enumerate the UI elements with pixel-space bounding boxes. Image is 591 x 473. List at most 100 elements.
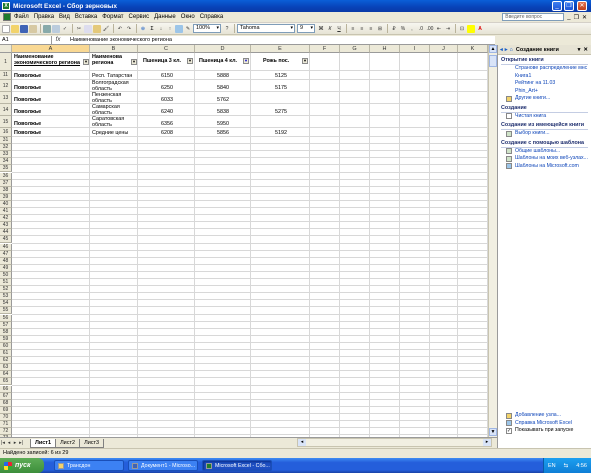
autosum-icon[interactable]: Σ	[148, 25, 156, 33]
bold-icon[interactable]: Ж	[317, 25, 325, 33]
fx-icon[interactable]: fx	[52, 37, 64, 43]
sort-descending-icon[interactable]: ↑	[166, 25, 174, 33]
taskbar-item-active[interactable]: Microsoft Excel - Сбо...	[202, 460, 272, 471]
blank-workbook-link[interactable]: Чистая книга	[506, 113, 591, 121]
row-header[interactable]: 52	[0, 286, 12, 294]
merge-center-icon[interactable]: ⊞	[376, 25, 384, 33]
row-header[interactable]: 41	[0, 208, 12, 216]
font-color-icon[interactable]: A	[476, 25, 484, 33]
currency-icon[interactable]: ₽	[390, 25, 398, 33]
row-header[interactable]: 55	[0, 307, 12, 315]
row-header[interactable]: 67	[0, 392, 12, 400]
name-box[interactable]: A1	[0, 36, 52, 44]
last-sheet-icon[interactable]: ▸|	[18, 440, 24, 446]
doc-restore-icon[interactable]: ❐	[574, 14, 579, 21]
cell-rye[interactable]: 5175	[253, 85, 287, 92]
print-icon[interactable]	[43, 24, 51, 33]
select-all-button[interactable]	[0, 45, 12, 53]
back-icon[interactable]: ◂	[500, 47, 503, 53]
sort-ascending-icon[interactable]: ↓	[157, 25, 165, 33]
scroll-thumb[interactable]	[489, 55, 497, 67]
decrease-indent-icon[interactable]: ⇤	[435, 25, 443, 33]
increase-decimal-icon[interactable]: .0	[417, 25, 425, 33]
row-header[interactable]: 56	[0, 314, 12, 322]
row-header[interactable]: 34	[0, 158, 12, 166]
network-icon[interactable]: ⇆	[564, 463, 569, 469]
row-header[interactable]: 42	[0, 215, 12, 223]
row-header[interactable]: 33	[0, 151, 12, 159]
scroll-right-icon[interactable]: ▸	[483, 439, 491, 446]
cell-wheat3[interactable]: 6033	[140, 97, 173, 104]
general-templates-link[interactable]: Общие шаблоны...	[506, 148, 591, 156]
row-header[interactable]: 37	[0, 179, 12, 187]
menu-tools[interactable]: Сервис	[129, 14, 150, 20]
choose-workbook-link[interactable]: Выбор книги...	[506, 130, 591, 138]
row-header[interactable]: 62	[0, 357, 12, 365]
cell-wheat4[interactable]: 5856	[197, 130, 229, 137]
row-header[interactable]: 46	[0, 243, 12, 251]
cell-area[interactable]: Средние цены	[92, 130, 137, 137]
spreadsheet-grid[interactable]: A B C D E F G H I J K 1 11 12 13 14 15 16 31 32 3…	[0, 45, 488, 437]
menu-insert[interactable]: Вставка	[75, 14, 97, 20]
row-header[interactable]: 1	[0, 53, 12, 71]
cell-rye[interactable]: 5192	[253, 130, 287, 137]
menu-help[interactable]: Справка	[200, 14, 224, 20]
row-header[interactable]: 50	[0, 271, 12, 279]
row-header[interactable]: 44	[0, 229, 12, 237]
menu-data[interactable]: Данные	[154, 14, 176, 20]
format-painter-icon[interactable]: 🖌	[102, 25, 110, 33]
filter-dropdown-e[interactable]: ▾	[302, 58, 308, 64]
row-header[interactable]: 38	[0, 186, 12, 194]
increase-indent-icon[interactable]: ⇥	[444, 25, 452, 33]
row-header[interactable]: 68	[0, 399, 12, 407]
row-header[interactable]: 15	[0, 116, 12, 128]
italic-icon[interactable]: К	[326, 25, 334, 33]
cell-wheat3[interactable]: 6208	[140, 130, 173, 137]
cell-area-line2[interactable]: область	[92, 122, 137, 129]
percent-icon[interactable]: %	[399, 25, 407, 33]
help-icon[interactable]: ?	[223, 25, 231, 33]
scroll-left-icon[interactable]: ◂	[298, 439, 306, 446]
cell-region[interactable]: Поволжье	[14, 121, 88, 128]
row-header[interactable]: 40	[0, 200, 12, 208]
align-center-icon[interactable]: ≡	[358, 25, 366, 33]
row-header[interactable]: 43	[0, 222, 12, 230]
cell-wheat3[interactable]: 6150	[140, 73, 173, 80]
row-header[interactable]: 57	[0, 321, 12, 329]
column-header-h[interactable]: H	[370, 45, 400, 53]
help-search-input[interactable]: Введите вопрос	[502, 13, 565, 21]
spelling-icon[interactable]: ✓	[61, 25, 69, 33]
cell-region[interactable]: Поволжье	[14, 97, 88, 104]
ms-templates-link[interactable]: Шаблоны на Microsoft.com	[506, 163, 591, 171]
print-preview-icon[interactable]	[52, 24, 60, 33]
menu-edit[interactable]: Правка	[34, 14, 54, 20]
column-header-a[interactable]: A	[12, 45, 90, 53]
row-header[interactable]: 64	[0, 371, 12, 379]
borders-icon[interactable]: ⊡	[458, 25, 466, 33]
cut-icon[interactable]: ✂	[75, 25, 83, 33]
save-icon[interactable]	[20, 24, 28, 33]
cell-area[interactable]: Респ. Татарстан	[92, 73, 137, 80]
row-header[interactable]: 60	[0, 342, 12, 350]
row-header[interactable]: 48	[0, 257, 12, 265]
row-header[interactable]: 31	[0, 137, 12, 145]
column-header-d[interactable]: D	[195, 45, 251, 53]
menu-format[interactable]: Формат	[102, 14, 123, 20]
cell-region[interactable]: Поволжье	[14, 130, 88, 137]
row-header[interactable]: 58	[0, 328, 12, 336]
row-header[interactable]: 53	[0, 293, 12, 301]
column-header-b[interactable]: B	[90, 45, 138, 53]
paste-icon[interactable]	[93, 24, 101, 33]
row-header[interactable]: 51	[0, 279, 12, 287]
cell-region[interactable]: Поволжье	[14, 109, 88, 116]
cell-wheat3[interactable]: 6356	[140, 121, 173, 128]
scroll-up-icon[interactable]: ▲	[489, 45, 497, 53]
maximize-button[interactable]: ❐	[564, 1, 574, 11]
language-indicator[interactable]: EN	[548, 463, 556, 469]
taskbar-item[interactable]: Трансдон	[54, 460, 124, 471]
column-header-c[interactable]: C	[138, 45, 195, 53]
row-header[interactable]: 63	[0, 364, 12, 372]
row-header[interactable]: 70	[0, 413, 12, 421]
column-header-g[interactable]: G	[340, 45, 370, 53]
hyperlink-icon[interactable]: ⊕	[139, 25, 147, 33]
